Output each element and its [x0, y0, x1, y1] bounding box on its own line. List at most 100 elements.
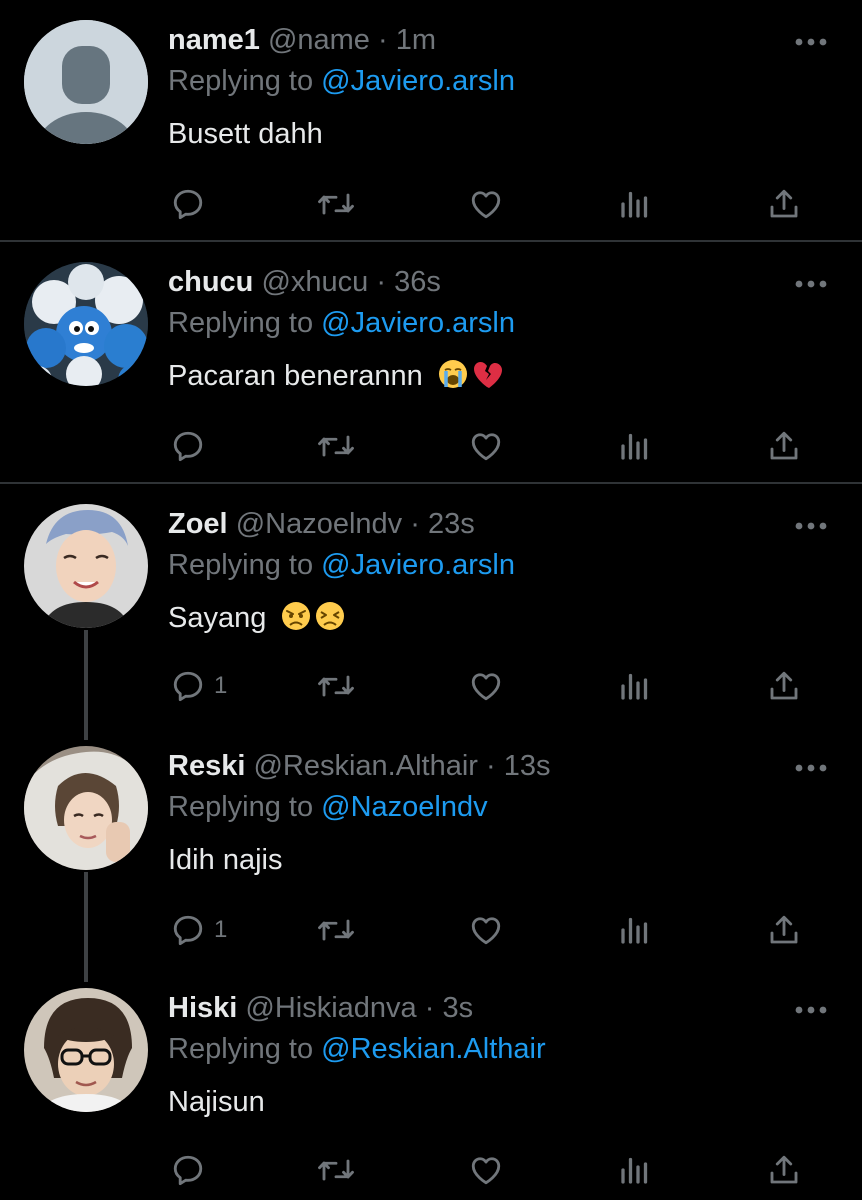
share-icon: [770, 1155, 798, 1184]
more-icon[interactable]: [794, 520, 828, 532]
share-icon: [770, 189, 798, 218]
avatar[interactable]: [24, 504, 148, 628]
views-button[interactable]: [618, 426, 652, 466]
avatar[interactable]: [24, 746, 148, 870]
like-icon: [471, 1157, 501, 1185]
avatar[interactable]: [24, 20, 148, 144]
views-icon: [621, 433, 648, 460]
views-button[interactable]: [618, 1150, 652, 1190]
mention-link[interactable]: @Reskian.Althair: [321, 1033, 545, 1065]
share-icon: [770, 431, 798, 460]
reply-button[interactable]: 1: [170, 666, 227, 706]
timestamp[interactable]: 23s: [428, 508, 475, 540]
avatar[interactable]: [24, 988, 148, 1112]
tweet[interactable]: name1 @name · 1m Replying to @Javiero.ar…: [0, 0, 862, 240]
display-name[interactable]: name1: [168, 24, 260, 56]
reply-button[interactable]: [170, 1150, 214, 1190]
reply-button[interactable]: [170, 426, 214, 466]
like-icon: [471, 433, 501, 461]
reply-button[interactable]: 1: [170, 910, 227, 950]
separator-dot: ·: [424, 992, 435, 1024]
mention-link[interactable]: @Nazoelndv: [321, 791, 487, 823]
reply-button[interactable]: [170, 184, 214, 224]
user-handle[interactable]: @Hiskiadnva: [245, 992, 416, 1024]
tweet-header: chucu @xhucu · 36s: [168, 264, 441, 300]
like-button[interactable]: [467, 1150, 505, 1190]
retweet-button[interactable]: [316, 426, 356, 466]
replying-to: Replying to @Reskian.Althair: [168, 1031, 546, 1067]
timestamp[interactable]: 36s: [394, 266, 441, 298]
retweet-icon: [318, 919, 354, 941]
share-button[interactable]: [766, 666, 802, 706]
reply-icon: [173, 671, 203, 702]
views-button[interactable]: [618, 666, 652, 706]
tweet-text: Busett dahh: [168, 116, 323, 152]
display-name[interactable]: Zoel: [168, 508, 228, 540]
timestamp[interactable]: 13s: [504, 750, 551, 782]
share-button[interactable]: [766, 426, 802, 466]
reply-icon: [173, 915, 203, 946]
tweet-header: Zoel @Nazoelndv · 23s: [168, 506, 475, 542]
timestamp[interactable]: 1m: [396, 24, 436, 56]
reply-icon: [173, 189, 203, 220]
tweet-text-content: Idih najis: [168, 844, 283, 876]
tweet-text-content: Busett dahh: [168, 118, 323, 150]
replying-to-label: Replying to: [168, 307, 314, 339]
loudly-crying-face-emoji: [438, 360, 467, 388]
retweet-button[interactable]: [316, 666, 356, 706]
views-button[interactable]: [618, 184, 652, 224]
reply-thread: name1 @name · 1m Replying to @Javiero.ar…: [0, 0, 862, 1200]
retweet-button[interactable]: [316, 184, 356, 224]
user-handle[interactable]: @Nazoelndv: [236, 508, 402, 540]
tweet-text-content: Pacaran benerannn: [168, 360, 423, 392]
more-icon[interactable]: [794, 36, 828, 48]
share-button[interactable]: [766, 1150, 802, 1190]
avatar[interactable]: [24, 262, 148, 386]
more-icon[interactable]: [794, 1004, 828, 1016]
tweet[interactable]: chucu @xhucu · 36s Replying to @Javiero.…: [0, 242, 862, 482]
retweet-icon: [318, 435, 354, 457]
user-handle[interactable]: @xhucu: [261, 266, 368, 298]
retweet-button[interactable]: [316, 910, 356, 950]
tweet[interactable]: Hiski @Hiskiadnva · 3s Replying to @Resk…: [0, 968, 862, 1200]
retweet-button[interactable]: [316, 1150, 356, 1190]
persevering-face-emoji: [316, 602, 345, 630]
like-button[interactable]: [467, 426, 505, 466]
like-icon: [471, 917, 501, 945]
more-icon[interactable]: [794, 762, 828, 774]
replying-to: Replying to @Javiero.arsln: [168, 547, 515, 583]
views-icon: [621, 191, 648, 218]
action-bar: 1: [0, 666, 862, 706]
replying-to: Replying to @Javiero.arsln: [168, 63, 515, 99]
retweet-icon: [318, 675, 354, 697]
views-button[interactable]: [618, 910, 652, 950]
photo-avatar: [24, 504, 148, 628]
smurf-plush-avatar: [24, 262, 148, 386]
replying-to-label: Replying to: [168, 65, 314, 97]
reply-count: 1: [214, 672, 228, 699]
tweet[interactable]: Reski @Reskian.Althair · 13s Replying to…: [0, 726, 862, 968]
mention-link[interactable]: @Javiero.arsln: [321, 307, 515, 339]
share-button[interactable]: [766, 910, 802, 950]
like-button[interactable]: [467, 666, 505, 706]
mention-link[interactable]: @Javiero.arsln: [321, 65, 515, 97]
mention-link[interactable]: @Javiero.arsln: [321, 549, 515, 581]
like-button[interactable]: [467, 910, 505, 950]
views-icon: [621, 1157, 648, 1184]
display-name[interactable]: chucu: [168, 266, 253, 298]
share-icon: [770, 671, 798, 700]
replying-to-label: Replying to: [168, 549, 314, 581]
separator-dot: ·: [410, 508, 420, 540]
share-button[interactable]: [766, 184, 802, 224]
reply-icon: [173, 431, 203, 462]
user-handle[interactable]: @name: [268, 24, 370, 56]
photo-avatar: [24, 988, 148, 1112]
user-handle[interactable]: @Reskian.Althair: [253, 750, 477, 782]
more-icon[interactable]: [794, 278, 828, 290]
photo-avatar: [24, 746, 148, 870]
timestamp[interactable]: 3s: [442, 992, 473, 1024]
like-button[interactable]: [467, 184, 505, 224]
display-name[interactable]: Hiski: [168, 992, 237, 1024]
display-name[interactable]: Reski: [168, 750, 245, 782]
tweet[interactable]: Zoel @Nazoelndv · 23s Replying to @Javie…: [0, 484, 862, 726]
